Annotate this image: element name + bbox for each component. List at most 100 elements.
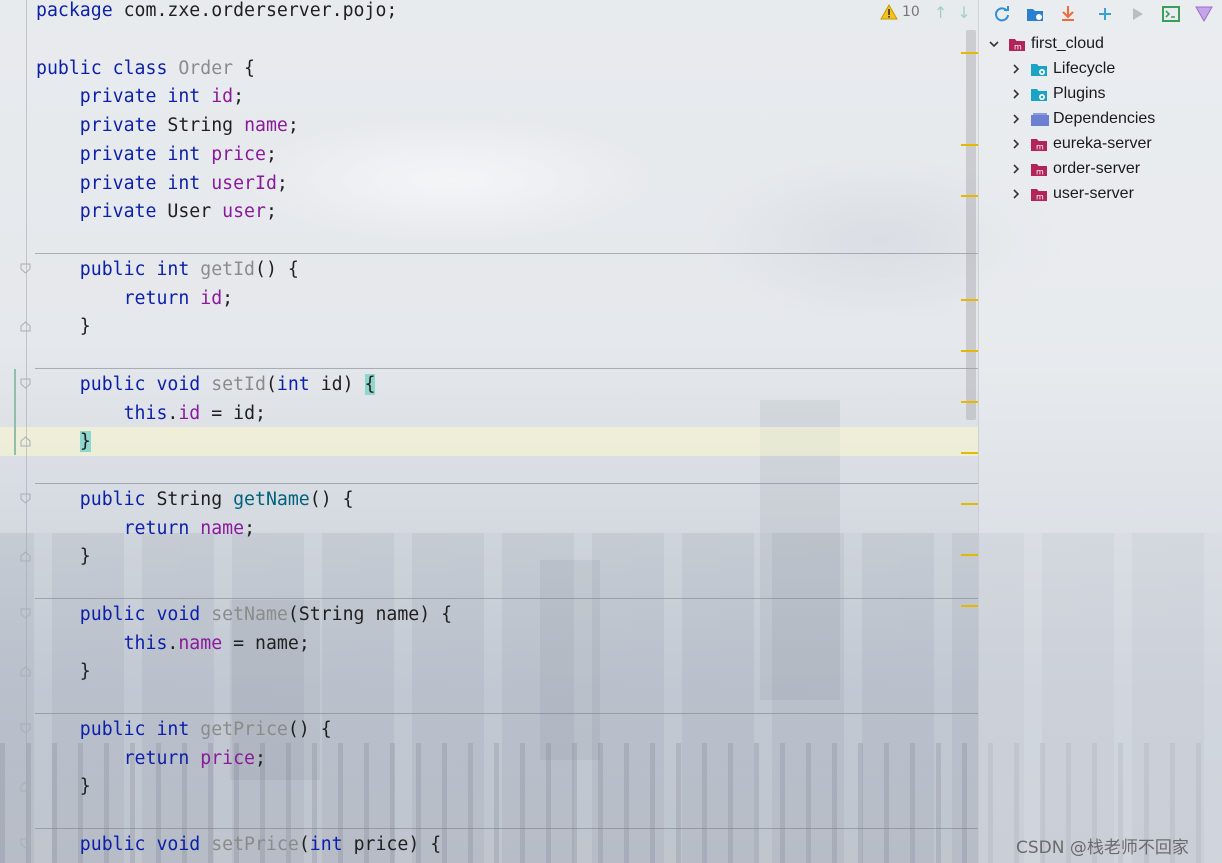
code-line[interactable]: private User user; [36, 198, 277, 226]
fold-close-icon[interactable] [20, 781, 31, 792]
fold-close-icon[interactable] [20, 666, 31, 677]
warning-marker[interactable] [961, 554, 978, 556]
code-line[interactable]: public void setName(String name) { [36, 601, 452, 629]
code-line[interactable]: } [36, 543, 91, 571]
code-line[interactable]: return name; [36, 515, 255, 543]
code-token: } [79, 431, 91, 453]
fold-open-icon[interactable] [20, 723, 31, 734]
warning-marker[interactable] [961, 401, 978, 403]
next-highlight-icon[interactable]: ↓ [957, 3, 970, 22]
tree-item-lifecycle[interactable]: Lifecycle [1008, 57, 1115, 81]
vcs-change-marker[interactable] [14, 369, 16, 455]
code-line[interactable]: } [36, 658, 91, 686]
inspection-widget[interactable]: 10 ↑ ↓ [880, 2, 971, 22]
code-line[interactable]: public void setPrice(int price) { [36, 831, 441, 859]
code-token: ( [298, 833, 310, 855]
code-token: = name; [222, 632, 310, 654]
warning-marker[interactable] [961, 195, 978, 197]
code-token: id [178, 402, 201, 424]
chevron-right-icon[interactable] [1008, 161, 1024, 177]
fold-open-icon[interactable] [20, 378, 31, 389]
tree-item-plugins[interactable]: Plugins [1008, 82, 1105, 106]
code-line[interactable]: public void setId(int id) { [36, 371, 376, 399]
warning-marker[interactable] [961, 144, 978, 146]
chevron-right-icon[interactable] [1008, 111, 1024, 127]
warning-marker[interactable] [961, 452, 978, 454]
reload-icon[interactable] [985, 0, 1018, 28]
tree-item-label: Dependencies [1053, 110, 1156, 127]
code-token: ; [265, 201, 277, 223]
code-token: ; [233, 86, 245, 108]
code-line[interactable]: package com.zxe.orderserver.pojo; [36, 0, 397, 25]
code-line[interactable]: public String getName() { [36, 486, 354, 514]
previous-highlight-icon[interactable]: ↑ [934, 3, 947, 22]
tree-item-user-server[interactable]: m user-server [1008, 182, 1134, 206]
code-line[interactable]: public int getPrice() { [36, 716, 332, 744]
code-line[interactable]: public class Order { [36, 55, 255, 83]
code-token: String [156, 488, 234, 510]
code-token: Order [178, 57, 234, 79]
run-icon[interactable] [1121, 0, 1154, 28]
fold-open-icon[interactable] [20, 493, 31, 504]
code-token: public int [36, 258, 201, 280]
code-line[interactable]: this.id = id; [36, 400, 266, 428]
tree-item-eureka-server[interactable]: m eureka-server [1008, 132, 1152, 156]
code-line[interactable]: } [36, 773, 91, 801]
code-token: price [200, 747, 255, 769]
download-icon[interactable] [1051, 0, 1084, 28]
code-token: public void [36, 833, 212, 855]
chevron-down-icon[interactable] [986, 36, 1002, 52]
method-separator [35, 713, 978, 714]
fold-open-icon[interactable] [20, 838, 31, 849]
chevron-right-icon[interactable] [1008, 136, 1024, 152]
code-line[interactable]: public int getId() { [36, 256, 299, 284]
code-line[interactable]: } [36, 313, 91, 341]
code-line[interactable]: private int userId; [36, 170, 288, 198]
fold-close-icon[interactable] [20, 321, 31, 332]
warning-marker[interactable] [961, 605, 978, 607]
code-line[interactable]: private int id; [36, 83, 244, 111]
maven-icon[interactable] [1187, 0, 1220, 28]
code-token: package [36, 0, 124, 21]
tree-item-dependencies[interactable]: Dependencies [1008, 107, 1155, 131]
method-separator [35, 253, 978, 254]
warning-marker[interactable] [961, 299, 978, 301]
code-token: user [222, 201, 266, 223]
gear-folder-icon [1030, 87, 1048, 102]
code-line[interactable]: return id; [36, 285, 234, 313]
code-token: price [211, 143, 266, 165]
maven-toolbar [985, 0, 1222, 28]
terminal-icon[interactable] [1154, 0, 1187, 28]
code-line[interactable]: return price; [36, 745, 266, 773]
fold-close-icon[interactable] [20, 551, 31, 562]
code-line[interactable]: private int price; [36, 141, 277, 169]
code-token: id [211, 86, 234, 108]
tree-item-label: Lifecycle [1053, 60, 1116, 77]
code-token: com.zxe.orderserver.pojo; [123, 0, 398, 21]
code-token: ; [265, 143, 277, 165]
fold-open-icon[interactable] [20, 263, 31, 274]
code-editor[interactable]: package com.zxe.orderserver.pojo; public … [0, 0, 978, 863]
fold-open-icon[interactable] [20, 608, 31, 619]
tree-item-first-cloud[interactable]: m first_cloud [986, 32, 1104, 56]
chevron-right-icon[interactable] [1008, 86, 1024, 102]
chevron-right-icon[interactable] [1008, 186, 1024, 202]
plus-icon[interactable] [1088, 0, 1121, 28]
code-token: public int [36, 718, 201, 740]
code-line[interactable]: private String name; [36, 112, 299, 140]
code-line[interactable]: } [36, 428, 91, 456]
vertical-scrollbar[interactable] [966, 30, 976, 420]
chevron-right-icon[interactable] [1008, 61, 1024, 77]
fold-close-icon[interactable] [20, 436, 31, 447]
svg-text:m: m [1036, 167, 1044, 176]
tree-item-label: eureka-server [1053, 135, 1152, 152]
maven-module-icon: m [1030, 187, 1048, 202]
maven-module-icon: m [1030, 162, 1048, 177]
warning-marker[interactable] [961, 503, 978, 505]
folder-icon[interactable] [1018, 0, 1051, 28]
warning-marker[interactable] [961, 350, 978, 352]
warning-marker[interactable] [961, 52, 978, 54]
code-token: . [167, 402, 179, 424]
tree-item-order-server[interactable]: m order-server [1008, 157, 1140, 181]
code-line[interactable]: this.name = name; [36, 630, 310, 658]
